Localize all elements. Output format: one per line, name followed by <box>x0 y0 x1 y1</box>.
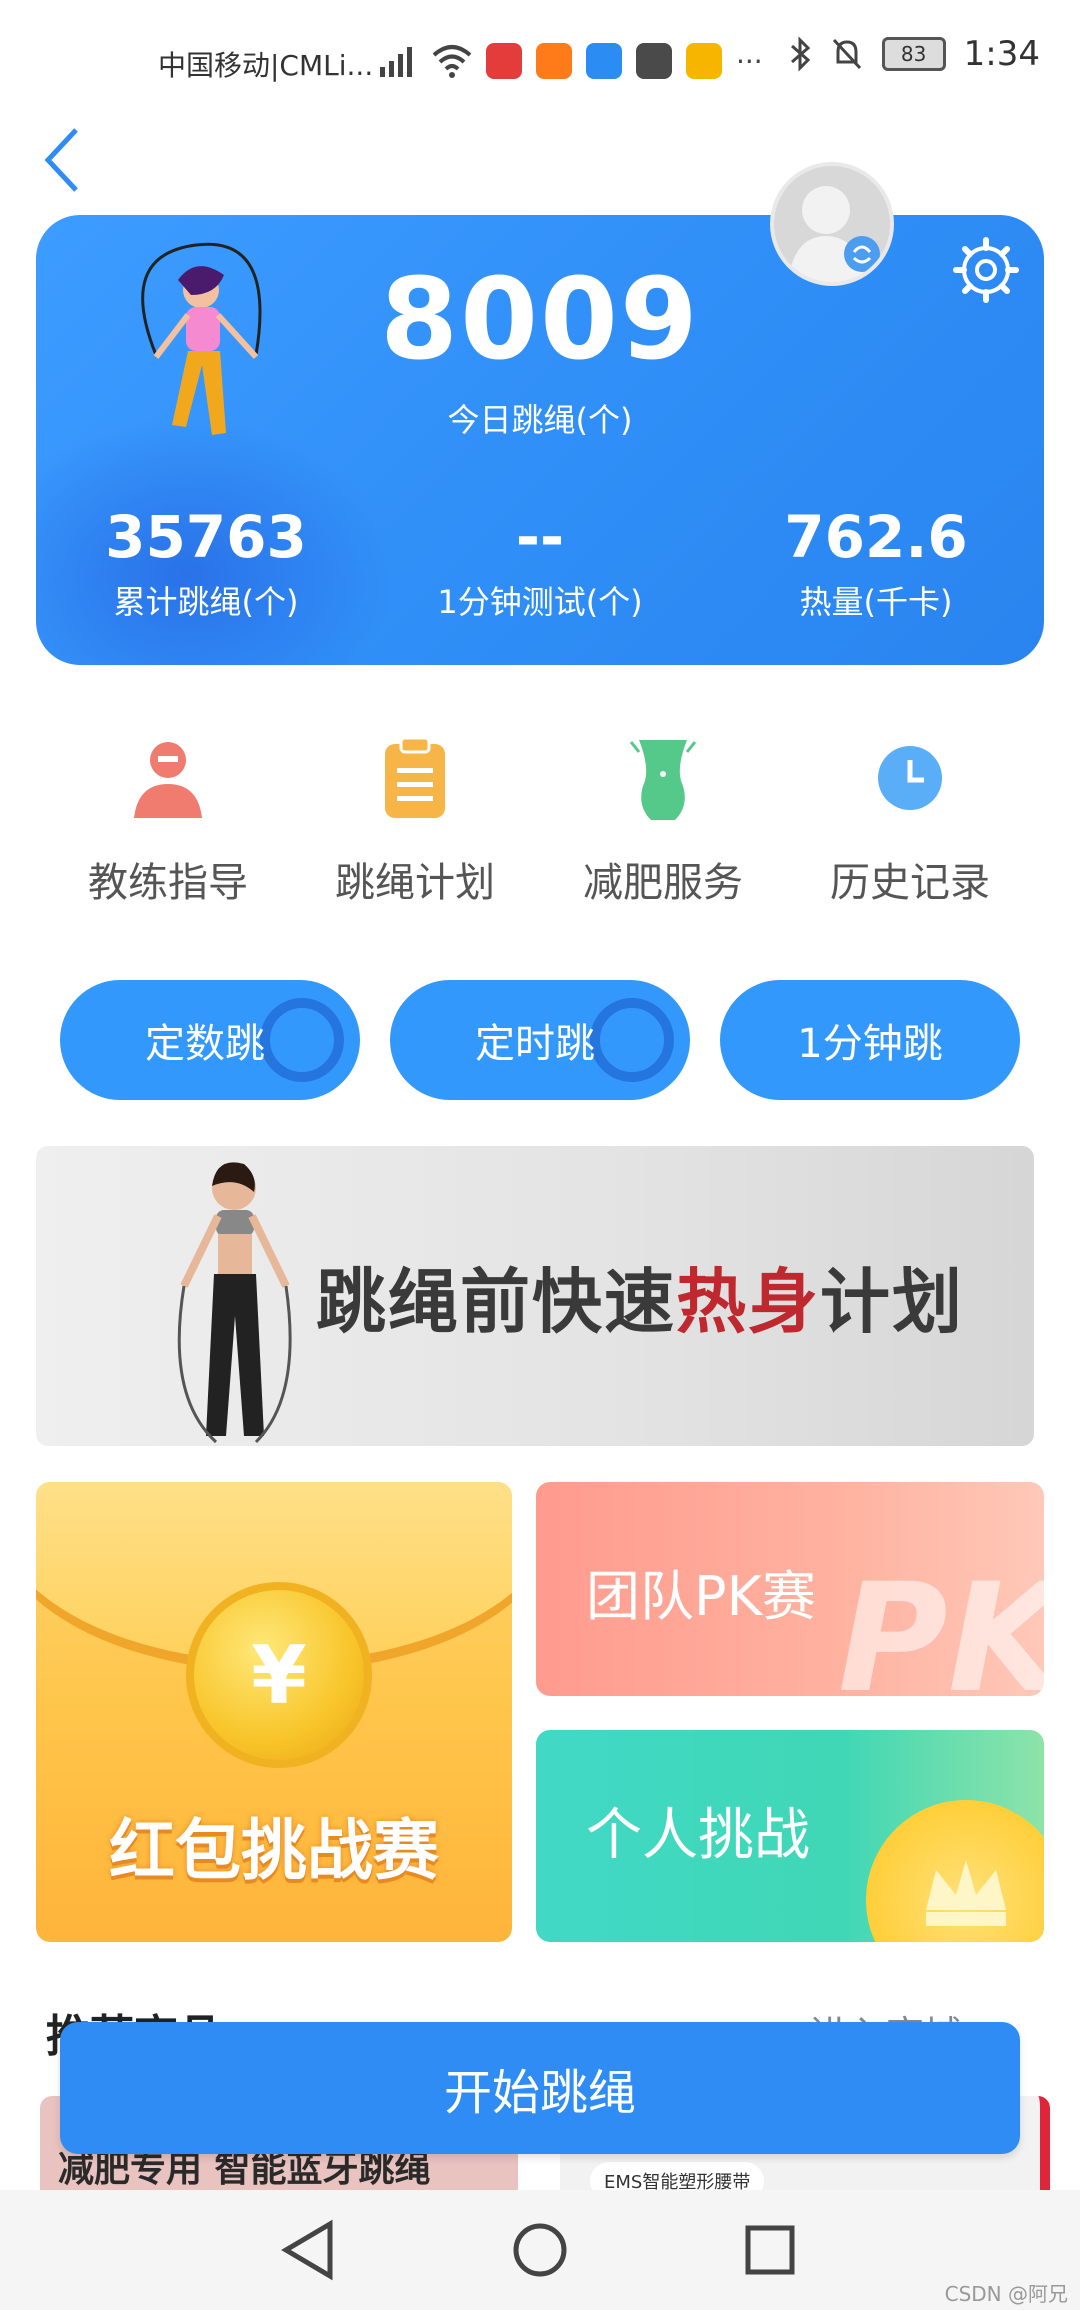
team-pk-card[interactable]: PK 团队PK赛 <box>536 1482 1044 1696</box>
waist-icon <box>629 740 697 820</box>
mail-app-icon <box>686 43 722 79</box>
red-packet-challenge-title: 红包挑战赛 <box>109 1812 439 1889</box>
start-jump-button[interactable]: 开始跳绳 <box>60 2022 1020 2154</box>
watermark: CSDN @阿兄 <box>944 2282 1068 2306</box>
clipboard-icon <box>385 736 445 818</box>
red-packet-challenge-card[interactable]: ¥ 红包挑战赛 <box>36 1482 512 1942</box>
one-minute-jump-button[interactable]: 1分钟跳 <box>720 980 1020 1100</box>
chat-app-icon <box>586 43 622 79</box>
coach-icon <box>134 742 202 818</box>
personal-challenge-title: 个人挑战 <box>586 1803 810 1868</box>
clock: 1:34 <box>963 34 1040 74</box>
shopping-app-icon <box>636 43 672 79</box>
timed-jump-label: 定时跳 <box>475 1021 595 1067</box>
status-icons: ··· <box>378 36 763 86</box>
menu-history-label: 历史记录 <box>830 860 990 906</box>
today-jump-label: 今日跳绳(个) <box>447 401 633 439</box>
mute-bell-icon <box>832 38 861 70</box>
menu-coach[interactable]: 教练指导 <box>58 730 278 908</box>
video-app-icon <box>536 43 572 79</box>
woman-jump-rope-photo <box>177 1162 292 1444</box>
menu-weight-loss-label: 减肥服务 <box>583 860 743 906</box>
settings-gear-icon[interactable] <box>952 236 1020 304</box>
carrier-name: 中国移动|CMLi... <box>158 49 374 82</box>
stat-one-minute: -- 1分钟测试(个) <box>390 505 690 623</box>
warmup-plan-title: 跳绳前快速热身计划 <box>316 1246 964 1347</box>
today-jump-count: 8009 <box>380 255 700 385</box>
nav-home-icon[interactable] <box>500 2210 580 2290</box>
timed-jump-button[interactable]: 定时跳 <box>390 980 690 1100</box>
stat-calories-value: 762.6 <box>784 503 968 571</box>
menu-coach-label: 教练指导 <box>88 860 248 906</box>
menu-plan[interactable]: 跳绳计划 <box>305 730 525 908</box>
one-minute-jump-label: 1分钟跳 <box>797 1021 943 1067</box>
signal-icon <box>380 47 412 77</box>
count-jump-button[interactable]: 定数跳 <box>60 980 360 1100</box>
crown-medal-icon <box>866 1800 1044 1942</box>
warmup-plan-banner[interactable]: 跳绳前快速热身计划 <box>36 1146 1034 1446</box>
personal-challenge-card[interactable]: 个人挑战 <box>536 1730 1044 1942</box>
banner-text-highlight: 热身 <box>676 1261 820 1343</box>
menu-history[interactable]: 历史记录 <box>800 730 1020 908</box>
team-pk-title: 团队PK赛 <box>586 1565 816 1628</box>
today-summary-card: 8009 今日跳绳(个) 35763 累计跳绳(个) -- 1分钟测试(个) 7… <box>36 215 1044 665</box>
stat-total-value: 35763 <box>105 503 307 571</box>
menu-weight-loss[interactable]: 减肥服务 <box>553 730 773 908</box>
target-icon <box>260 998 344 1082</box>
stat-one-minute-value: -- <box>515 503 565 571</box>
bluetooth-icon <box>790 36 810 72</box>
menu-plan-label: 跳绳计划 <box>335 860 495 906</box>
status-right: 83 1:34 <box>788 34 1040 74</box>
more-notifications-icon: ··· <box>736 44 763 78</box>
stat-total: 35763 累计跳绳(个) <box>56 505 356 623</box>
stopwatch-icon <box>590 998 674 1082</box>
default-avatar-icon <box>788 186 880 282</box>
banner-text-suffix: 计划 <box>820 1261 964 1343</box>
avatar[interactable] <box>770 162 894 286</box>
wifi-icon <box>432 45 472 78</box>
stat-total-label: 累计跳绳(个) <box>113 583 299 621</box>
app-notification-icon <box>486 43 522 79</box>
back-arrow-icon[interactable] <box>36 120 96 200</box>
pk-background-text: PK <box>837 1552 1044 1696</box>
nav-recents-icon[interactable] <box>730 2210 810 2290</box>
battery-indicator: 83 <box>881 37 946 71</box>
stat-calories: 762.6 热量(千卡) <box>726 505 1026 623</box>
yuan-coin-icon: ¥ <box>186 1582 372 1768</box>
stat-calories-label: 热量(千卡) <box>799 583 953 621</box>
banner-text-prefix: 跳绳前快速 <box>316 1261 676 1343</box>
nav-back-icon[interactable] <box>268 2210 348 2290</box>
stat-one-minute-label: 1分钟测试(个) <box>437 583 643 621</box>
clock-icon <box>878 746 942 810</box>
count-jump-label: 定数跳 <box>145 1021 265 1067</box>
